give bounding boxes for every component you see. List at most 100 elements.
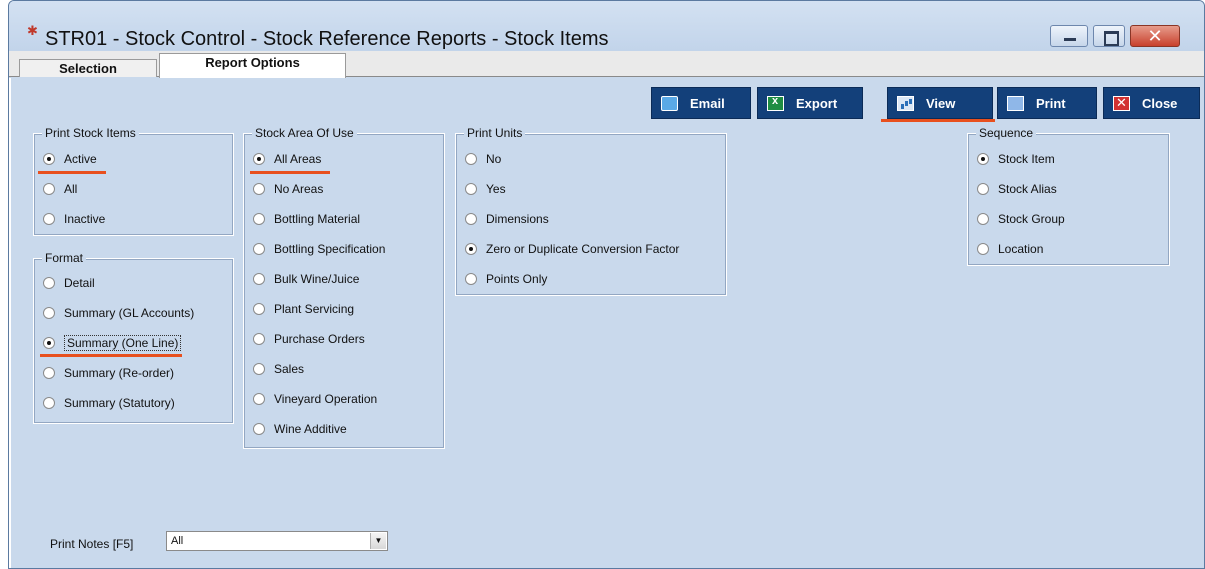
radio-wine-additive[interactable]: Wine Additive [253, 421, 347, 437]
radio-units-points-only[interactable]: Points Only [465, 271, 547, 287]
print-notes-value: All [171, 535, 184, 547]
radio-button[interactable] [43, 367, 55, 379]
radio-button[interactable] [977, 213, 989, 225]
print-notes-label: Print Notes [F5] [50, 537, 134, 551]
radio-stock-alias[interactable]: Stock Alias [977, 181, 1057, 197]
radio-button[interactable] [253, 393, 265, 405]
option-label: Bulk Wine/Juice [274, 272, 360, 286]
radio-units-zero-duplicate[interactable]: Zero or Duplicate Conversion Factor [465, 241, 679, 257]
option-label: Summary (GL Accounts) [64, 306, 195, 320]
radio-button[interactable] [465, 243, 477, 255]
radio-button[interactable] [253, 273, 265, 285]
title-bar[interactable]: ✱ STR01 - Stock Control - Stock Referenc… [9, 1, 1204, 51]
radio-button[interactable] [43, 337, 55, 349]
radio-bottling-specification[interactable]: Bottling Specification [253, 241, 385, 257]
radio-vineyard-operation[interactable]: Vineyard Operation [253, 391, 377, 407]
chevron-down-icon[interactable]: ▼ [370, 533, 386, 549]
close-button[interactable]: Close [1103, 87, 1200, 119]
radio-bottling-material[interactable]: Bottling Material [253, 211, 360, 227]
option-label: Stock Alias [998, 182, 1057, 196]
radio-summary-statutory[interactable]: Summary (Statutory) [43, 395, 175, 411]
radio-button[interactable] [43, 213, 55, 225]
radio-summary-gl-accounts[interactable]: Summary (GL Accounts) [43, 305, 194, 321]
email-label: Email [690, 95, 725, 111]
radio-button[interactable] [977, 183, 989, 195]
option-label: Bottling Specification [274, 242, 386, 256]
email-button[interactable]: Email [651, 87, 751, 119]
option-label: Bottling Material [274, 212, 361, 226]
print-units-legend: Print Units [464, 126, 526, 140]
print-button[interactable]: Print [997, 87, 1097, 119]
view-button[interactable]: View [887, 87, 993, 119]
option-label: Summary (One Line) [64, 335, 182, 351]
option-label: Points Only [486, 272, 548, 286]
stock-area-legend: Stock Area Of Use [252, 126, 357, 140]
radio-bulk-wine-juice[interactable]: Bulk Wine/Juice [253, 271, 359, 287]
report-view-icon [897, 95, 914, 111]
radio-inactive[interactable]: Inactive [43, 211, 105, 227]
radio-stock-group[interactable]: Stock Group [977, 211, 1065, 227]
option-label: No [486, 152, 502, 166]
radio-plant-servicing[interactable]: Plant Servicing [253, 301, 354, 317]
radio-location[interactable]: Location [977, 241, 1043, 257]
radio-button[interactable] [465, 183, 477, 195]
radio-button[interactable] [43, 183, 55, 195]
radio-no-areas[interactable]: No Areas [253, 181, 323, 197]
close-icon: ✕ [1147, 26, 1163, 46]
sequence-legend: Sequence [976, 126, 1037, 140]
window-close-button[interactable]: ✕ [1130, 25, 1180, 47]
view-highlight [881, 119, 995, 122]
radio-stock-item[interactable]: Stock Item [977, 151, 1055, 167]
radio-button[interactable] [977, 153, 989, 165]
export-label: Export [796, 95, 838, 111]
radio-button[interactable] [253, 333, 265, 345]
radio-button[interactable] [43, 397, 55, 409]
active-highlight [38, 171, 106, 174]
radio-units-no[interactable]: No [465, 151, 501, 167]
radio-button[interactable] [465, 213, 477, 225]
radio-button[interactable] [253, 363, 265, 375]
radio-button[interactable] [43, 307, 55, 319]
radio-button[interactable] [465, 273, 477, 285]
app-icon: ✱ [27, 23, 38, 38]
radio-button[interactable] [253, 183, 265, 195]
radio-all[interactable]: All [43, 181, 77, 197]
option-label: Vineyard Operation [274, 392, 378, 406]
option-label: Summary (Statutory) [64, 396, 175, 410]
radio-active[interactable]: Active [43, 151, 97, 167]
minimize-button[interactable] [1050, 25, 1088, 47]
radio-detail[interactable]: Detail [43, 275, 95, 291]
radio-sales[interactable]: Sales [253, 361, 304, 377]
option-label: Location [998, 242, 1044, 256]
radio-units-dimensions[interactable]: Dimensions [465, 211, 549, 227]
radio-button[interactable] [465, 153, 477, 165]
close-label: Close [1142, 95, 1178, 111]
option-label: Dimensions [486, 212, 549, 226]
radio-button[interactable] [253, 243, 265, 255]
tab-selection[interactable]: Selection [19, 59, 157, 77]
radio-button[interactable] [253, 303, 265, 315]
maximize-button[interactable] [1093, 25, 1125, 47]
main-window: ✱ STR01 - Stock Control - Stock Referenc… [8, 0, 1205, 569]
radio-button[interactable] [43, 277, 55, 289]
export-button[interactable]: Export [757, 87, 863, 119]
radio-button[interactable] [253, 153, 265, 165]
option-label: Yes [486, 182, 506, 196]
radio-summary-one-line[interactable]: Summary (One Line) [43, 335, 182, 351]
print-notes-select[interactable]: All ▼ [166, 531, 388, 551]
radio-all-areas[interactable]: All Areas [253, 151, 321, 167]
summary-one-line-highlight [40, 354, 182, 357]
radio-button[interactable] [977, 243, 989, 255]
radio-units-yes[interactable]: Yes [465, 181, 506, 197]
radio-button[interactable] [253, 213, 265, 225]
option-label: Summary (Re-order) [64, 366, 175, 380]
sequence-group: Sequence Stock Item Stock Alias Stock Gr… [967, 126, 1170, 266]
excel-icon [767, 95, 784, 111]
radio-purchase-orders[interactable]: Purchase Orders [253, 331, 365, 347]
option-label: Wine Additive [274, 422, 347, 436]
radio-summary-reorder[interactable]: Summary (Re-order) [43, 365, 174, 381]
option-label: Sales [274, 362, 305, 376]
radio-button[interactable] [43, 153, 55, 165]
tab-report-options[interactable]: Report Options [159, 53, 346, 78]
radio-button[interactable] [253, 423, 265, 435]
